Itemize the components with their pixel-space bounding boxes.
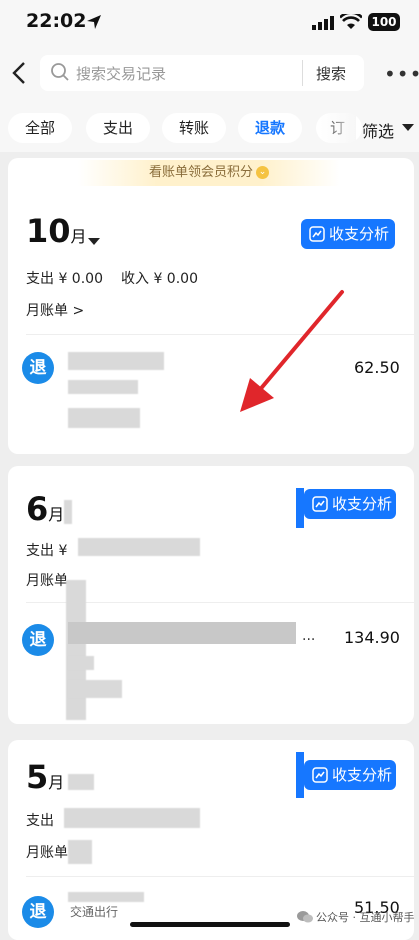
divider (26, 334, 414, 335)
filter-menu-button[interactable]: 筛选 (362, 118, 394, 142)
month-selector[interactable]: 10月 (26, 212, 87, 250)
month-unit: 月 (48, 505, 65, 524)
filter-caret-icon (402, 124, 414, 131)
expense-total: 支出 ¥ (26, 543, 68, 559)
expense-total: 支出 (26, 813, 54, 829)
analyze-button[interactable]: 收支分析 (304, 489, 396, 519)
month-selector[interactable]: 5月 (26, 758, 64, 796)
redacted-values (78, 538, 200, 556)
filter-chip-expense[interactable]: 支出 (86, 113, 150, 143)
analyze-button[interactable]: 收支分析 (301, 219, 395, 249)
transaction-row[interactable] (22, 612, 412, 712)
filter-chip-refund[interactable]: 退款 (238, 113, 302, 143)
redacted-block (68, 840, 92, 864)
monthly-bill-label: 月账单 (26, 303, 68, 319)
analyze-button-label: 收支分析 (332, 495, 393, 513)
chevron-down-icon: ⌄ (256, 166, 269, 179)
filter-chip-all[interactable]: 全部 (8, 113, 72, 143)
chip-fade-overlay (320, 110, 356, 146)
month-selector[interactable]: 6月 (26, 490, 64, 528)
monthly-bill-link[interactable]: 月账单 > (26, 300, 84, 320)
location-arrow-icon (87, 15, 101, 29)
transaction-category: 交通出行 (70, 905, 119, 919)
status-time: 22:02 (26, 10, 87, 32)
income-total: 收入 ¥ 0.00 (121, 271, 198, 287)
wifi-icon (340, 14, 362, 29)
banner-text: 看账单领会员积分 (148, 165, 253, 180)
cellular-signal-icon (312, 16, 334, 30)
home-indicator[interactable] (130, 922, 290, 927)
search-divider (302, 60, 303, 86)
month-unit: 月 (48, 773, 65, 792)
month-number: 5 (26, 758, 49, 796)
analyze-button[interactable]: 收支分析 (304, 760, 396, 790)
battery-indicator: 100 (368, 13, 400, 31)
back-arrow-icon[interactable] (8, 58, 32, 88)
analyze-button-label: 收支分析 (329, 225, 390, 243)
search-button[interactable]: 搜索 (316, 63, 346, 84)
refund-badge: 退 (22, 896, 54, 928)
chart-trend-icon (309, 226, 325, 242)
annotation-arrow-icon (240, 290, 344, 412)
month-number: 10 (26, 212, 71, 250)
more-options-icon[interactable]: ••• (384, 62, 419, 86)
chevron-right-icon: > (72, 303, 85, 319)
analyze-button-label: 收支分析 (332, 766, 393, 784)
wechat-icon (297, 911, 313, 923)
expense-total: 支出 ¥ 0.00 (26, 271, 103, 287)
transaction-row[interactable] (22, 346, 412, 438)
redacted-merchant (68, 892, 144, 902)
redacted-values (64, 808, 200, 828)
month-caret-icon[interactable] (88, 238, 100, 245)
redacted-block (68, 774, 94, 790)
watermark-text: 公众号 · 互通小帮手 (316, 911, 415, 924)
search-placeholder: 搜索交易记录 (76, 65, 167, 83)
month-number: 6 (26, 490, 49, 528)
chart-trend-icon (312, 496, 328, 512)
divider (26, 876, 414, 877)
monthly-bill-link[interactable]: 月账单 (26, 842, 68, 862)
filter-chip-transfer[interactable]: 转账 (162, 113, 226, 143)
analyze-button-edge (296, 488, 304, 528)
analyze-button-edge (296, 752, 304, 798)
search-icon (51, 63, 69, 81)
chart-trend-icon (312, 767, 328, 783)
month-unit: 月 (70, 227, 87, 246)
monthly-bill-link[interactable]: 月账单 (26, 570, 68, 590)
member-points-banner[interactable]: 看账单领会员积分 ⌄ (78, 160, 340, 186)
redacted-block (64, 500, 72, 524)
